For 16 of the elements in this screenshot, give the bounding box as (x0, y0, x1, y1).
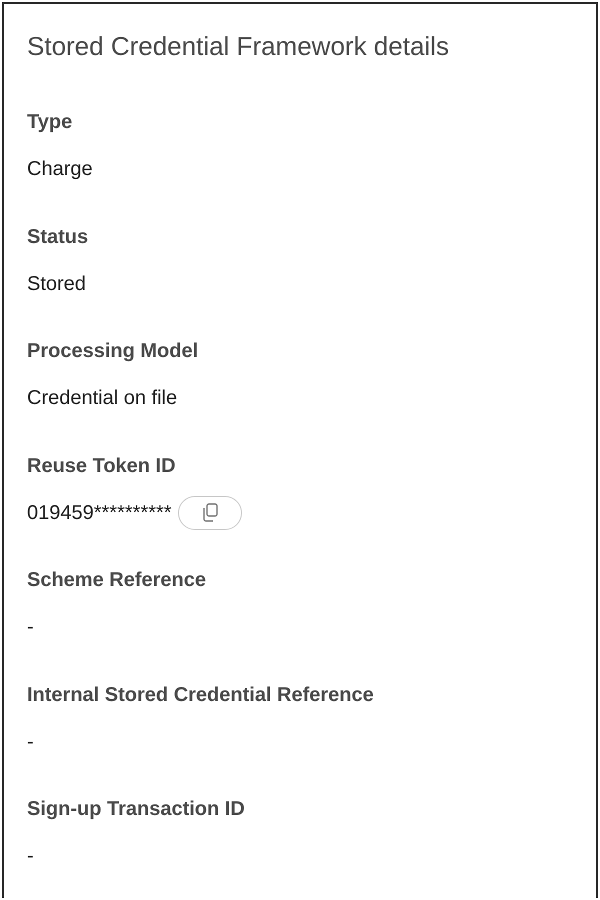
field-label: Internal Stored Credential Reference (27, 682, 374, 708)
field-label: Reuse Token ID (27, 454, 176, 478)
panel-title: Stored Credential Framework details (27, 30, 450, 63)
field-label: Processing Model (27, 339, 198, 364)
field-value: 019459********** (27, 500, 172, 526)
field-value: Charge (27, 157, 93, 182)
field-value: Stored (27, 272, 86, 296)
field-label: Status (27, 224, 88, 250)
field-label: Sign-up Transaction ID (27, 797, 245, 822)
field-value: - (27, 615, 34, 640)
field-value: - (27, 730, 34, 754)
field-label: Type (27, 110, 72, 135)
field-label: Scheme Reference (27, 568, 206, 593)
copy-button[interactable] (178, 496, 242, 530)
field-value: Credential on file (27, 386, 178, 411)
field-value: - (27, 844, 34, 869)
